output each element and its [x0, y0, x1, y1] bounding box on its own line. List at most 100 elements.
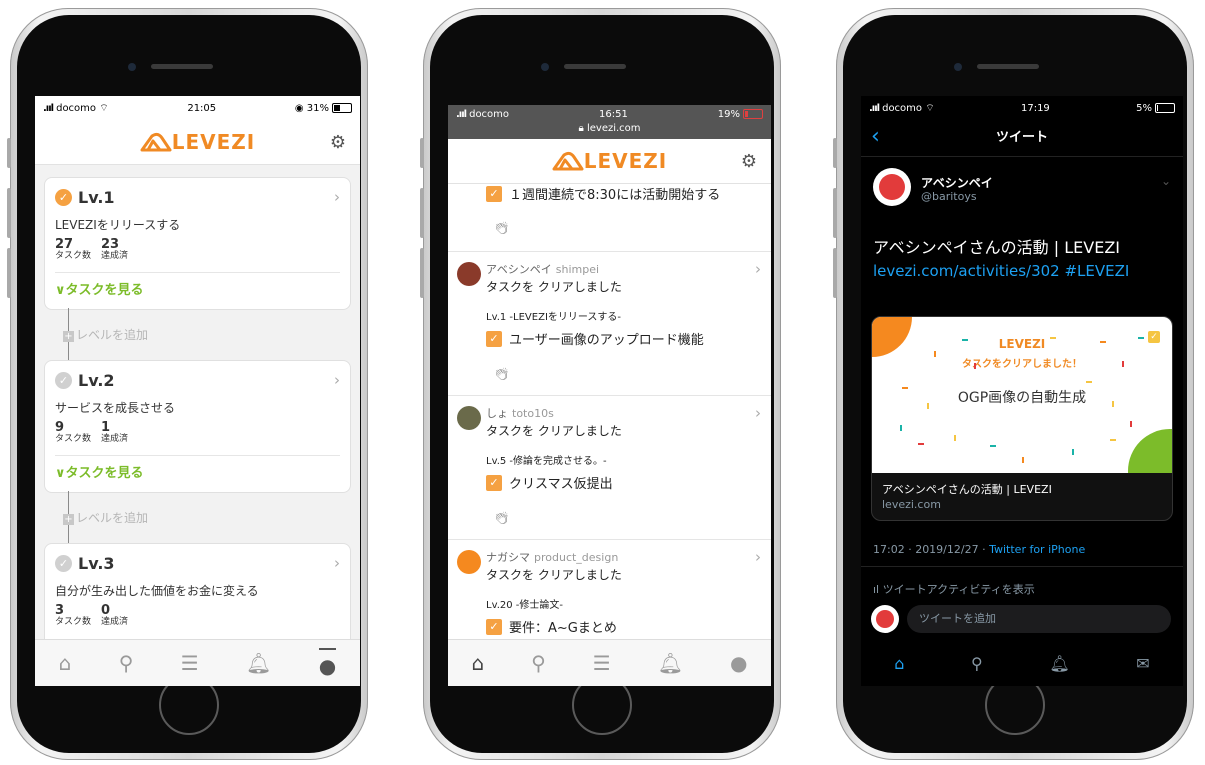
chevron-down-icon[interactable]: ⌄ [1161, 174, 1171, 188]
bell-icon[interactable]: 🔔︎ [658, 651, 683, 675]
tweet-text: アベシンペイさんの活動 | LEVEZI [873, 238, 1121, 257]
chevron-right-icon[interactable]: › [755, 260, 761, 278]
signal-icon: .ııl [869, 102, 880, 114]
phone-1: .ııl docomo ⌔ 21:05 ◉ 31% LEVEZI ⚙ ✓ Lv.1… [7, 8, 368, 760]
level-label: Lv.20 -修士論文- [486, 600, 564, 611]
check-circle-icon: ✓ [55, 189, 72, 206]
avatar[interactable] [457, 550, 481, 574]
level-card[interactable]: ✓ Lv.2 › サービスを成長させる 9 タスク数 1 達成済 ∨タスクを見る [44, 360, 351, 493]
tweet-activity-link[interactable]: ıl ツイートアクティビティを表示 [873, 581, 1035, 597]
side-button [833, 188, 837, 238]
home-icon[interactable]: ⌂ [471, 651, 484, 675]
link-card[interactable]: LEVEZI タスクをクリアしました！ OGP画像の自動生成 ✓ アベシンペイさ… [871, 316, 1173, 521]
author-avatar[interactable] [873, 168, 911, 206]
level-title: LEVEZIをリリースする [55, 218, 181, 232]
avatar[interactable] [457, 262, 481, 286]
phone-2: .ııl docomo 16:51 19% 🔒︎ levezi.com LEVEZ… [420, 8, 781, 760]
clap-icon[interactable]: 👏︎ [494, 367, 509, 381]
level-number: Lv.3 [78, 554, 115, 573]
clap-icon[interactable]: 👏︎ [494, 511, 509, 525]
activity-item[interactable]: アベシンペイ shimpei › タスクを クリアしました Lv.1 -LEVEZ… [448, 252, 771, 396]
side-button [420, 138, 424, 168]
side-button [7, 248, 11, 298]
side-button [420, 248, 424, 298]
chevron-right-icon[interactable]: › [755, 404, 761, 422]
gear-icon[interactable]: ⚙ [741, 151, 757, 172]
app-header: LEVEZI ⚙ [35, 120, 360, 165]
bar-chart-icon: ıl [873, 583, 880, 596]
plus-icon: + [63, 331, 74, 342]
clock: 17:19 [1020, 102, 1050, 114]
home-icon[interactable]: ⌂ [894, 654, 904, 673]
rotation-lock-icon: ◉ [294, 102, 304, 114]
reply-avatar [871, 605, 899, 633]
done-count: 1 達成済 [101, 420, 129, 444]
add-level-button[interactable]: + レベルを追加 [63, 326, 148, 343]
search-icon[interactable]: ⚲ [119, 651, 134, 675]
activity-item[interactable]: しょ toto10s › タスクを クリアしました Lv.5 -修論を完成させる。… [448, 396, 771, 540]
chevron-right-icon[interactable]: › [334, 554, 340, 572]
card-image: LEVEZI タスクをクリアしました！ OGP画像の自動生成 ✓ [872, 317, 1172, 473]
author-handle[interactable]: @baritoys [921, 190, 977, 203]
list-icon[interactable]: ☰ [181, 651, 199, 675]
level-number: Lv.2 [78, 371, 115, 390]
back-chevron-icon[interactable]: ‹ [871, 124, 880, 149]
user-name: アベシンペイ [486, 263, 552, 276]
reply-input[interactable]: ツイートを追加 [907, 605, 1171, 633]
user-name: ナガシマ [486, 551, 530, 564]
tweet-link[interactable]: levezi.com/activities/302 #LEVEZI [873, 262, 1129, 280]
level-card[interactable]: ✓ Lv.1 › LEVEZIをリリースする 27 タスク数 23 達成済 ∨タスク… [44, 177, 351, 310]
reply-bar: ツイートを追加 [861, 596, 1183, 640]
user-handle: toto10s [512, 407, 554, 420]
card-domain: levezi.com [882, 498, 941, 511]
home-icon[interactable]: ⌂ [59, 651, 72, 675]
url-bar[interactable]: 🔒︎ levezi.com [448, 123, 771, 134]
clap-icon[interactable]: 👏︎ [494, 221, 509, 235]
profile-icon[interactable]: ● [730, 651, 747, 675]
signal-icon: .ııl [456, 109, 467, 120]
nav-title: ツイート [995, 130, 1048, 145]
level-number: Lv.1 [78, 188, 115, 207]
card-title: アベシンペイさんの活動 | LEVEZI [882, 483, 1052, 496]
task-name: １週間連続で8:30には活動開始する [509, 188, 721, 203]
checkbox-icon: ✓ [486, 185, 502, 202]
tweet-meta: 17:02 · 2019/12/27 · Twitter for iPhone [873, 543, 1085, 556]
tweet-date: 17:02 · 2019/12/27 · [873, 543, 990, 556]
task-count: 27 タスク数 [55, 237, 92, 261]
see-tasks-link[interactable]: ∨タスクを見る [55, 462, 144, 481]
add-level-button[interactable]: + レベルを追加 [63, 509, 148, 526]
divider [861, 566, 1183, 567]
list-icon[interactable]: ☰ [593, 651, 611, 675]
levezi-logo[interactable]: LEVEZI [552, 149, 668, 173]
tweet-client[interactable]: Twitter for iPhone [989, 543, 1085, 556]
front-camera [128, 63, 136, 71]
check-circle-icon: ✓ [55, 555, 72, 572]
bell-icon[interactable]: 🔔︎ [1049, 654, 1069, 673]
status-bar: .ııl docomo ⌔ 17:19 5% [861, 96, 1183, 120]
avatar[interactable] [457, 406, 481, 430]
side-button [420, 188, 424, 238]
front-camera [954, 63, 962, 71]
screen-levezi-activity: .ııl docomo 16:51 19% 🔒︎ levezi.com LEVEZ… [448, 105, 771, 686]
side-button [7, 188, 11, 238]
search-icon[interactable]: ⚲ [531, 651, 546, 675]
chevron-right-icon[interactable]: › [334, 188, 340, 206]
confetti [900, 337, 1144, 463]
battery-icon [1155, 102, 1175, 113]
author-name[interactable]: アベシンペイ [921, 174, 993, 191]
bell-icon[interactable]: 🔔︎ [246, 651, 271, 675]
status-bar: .ııl docomo ⌔ 21:05 ◉ 31% [35, 96, 360, 120]
chevron-right-icon[interactable]: › [334, 371, 340, 389]
see-tasks-link[interactable]: ∨タスクを見る [55, 279, 144, 298]
activity-item[interactable]: ✓ １週間連続で8:30には活動開始する 👏︎ [448, 184, 771, 252]
chevron-right-icon[interactable]: › [755, 548, 761, 566]
mail-icon[interactable]: ✉ [1136, 654, 1149, 673]
check-circle-icon: ✓ [55, 372, 72, 389]
levezi-logo[interactable]: LEVEZI [140, 130, 256, 154]
profile-icon[interactable]: ● [318, 648, 337, 678]
gear-icon[interactable]: ⚙ [330, 132, 346, 153]
user-name: しょ [486, 407, 508, 420]
levezi-logo-mark [140, 132, 172, 152]
search-icon[interactable]: ⚲ [971, 654, 983, 673]
clock: 16:51 [598, 109, 628, 120]
